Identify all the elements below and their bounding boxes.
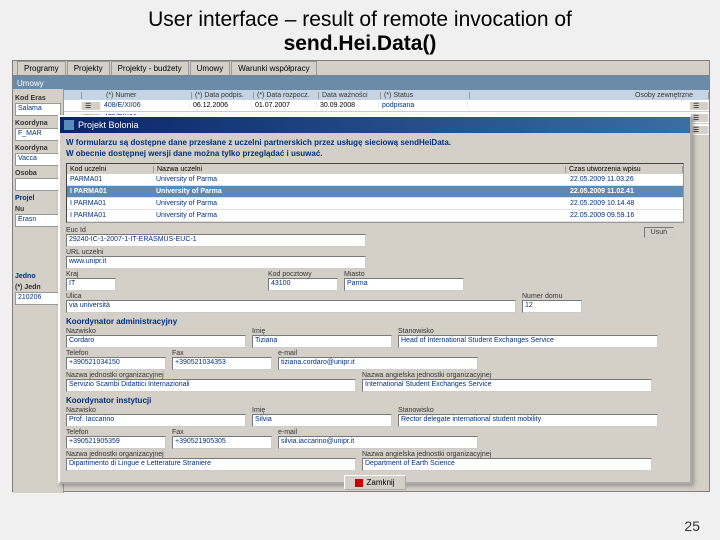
dialog-projekt-bolonia: Projekt Bolonia W formularzu są dostępne… bbox=[58, 115, 692, 484]
list-item[interactable]: I PARMA01University of Parma22.05.2009 0… bbox=[67, 210, 683, 222]
ulica-field[interactable]: via università bbox=[66, 300, 516, 313]
numerd-field[interactable]: 12 bbox=[522, 300, 582, 313]
miasto-field[interactable]: Parma bbox=[344, 278, 464, 291]
info-text-1: W formularzu są dostępne dane przesłane … bbox=[66, 137, 684, 148]
left-vacca[interactable]: Vacca bbox=[15, 153, 61, 166]
inst-tel[interactable]: +390521905359 bbox=[66, 436, 166, 449]
admin-jedn-ang[interactable]: International Student Exchanges Service bbox=[362, 379, 652, 392]
admin-tel[interactable]: +390521034150 bbox=[66, 357, 166, 370]
kodp-field[interactable]: 43100 bbox=[268, 278, 338, 291]
table-row[interactable]: Bilateralna☰408/E/XII0606.12.200601.07.2… bbox=[13, 100, 709, 112]
left-fmar[interactable]: F_MAR bbox=[15, 128, 61, 141]
inst-nazwisko[interactable]: Prof. Iaccarino bbox=[66, 414, 246, 427]
tab-umowy[interactable]: Umowy bbox=[190, 61, 231, 75]
left-210206[interactable]: 210206 bbox=[15, 292, 61, 305]
delete-button[interactable]: Usuń bbox=[644, 227, 674, 238]
koord-admin-label: Koordynator administracyjny bbox=[66, 317, 684, 326]
dialog-icon bbox=[64, 120, 74, 130]
inst-jedn[interactable]: Dipartimento di Lingue e Letterature Str… bbox=[66, 458, 356, 471]
data-list: Kod uczelni Nazwa uczelni Czas utworzeni… bbox=[66, 163, 684, 223]
inst-imie[interactable]: Silvia bbox=[252, 414, 392, 427]
kraj-field[interactable]: IT bbox=[66, 278, 116, 291]
info-text-2: W obecnie dostępnej wersji dane można ty… bbox=[66, 148, 684, 159]
list-item[interactable]: I PARMA01University of Parma22.05.2009 1… bbox=[67, 198, 683, 210]
inst-email[interactable]: silvia.iaccarino@unipr.it bbox=[278, 436, 478, 449]
left-salama[interactable]: Salama bbox=[15, 103, 61, 116]
close-icon bbox=[355, 479, 363, 487]
url-field[interactable]: www.unipr.it bbox=[66, 256, 366, 269]
admin-jedn[interactable]: Servizio Scambi Didattici Internazionali bbox=[66, 379, 356, 392]
admin-nazwisko[interactable]: Cordaro bbox=[66, 335, 246, 348]
tab-budzety[interactable]: Projekty - budżety bbox=[111, 61, 189, 75]
euc-field[interactable]: 29240-IC-1-2007-1-IT-ERASMUS-EUC-1 bbox=[66, 234, 366, 247]
admin-imie[interactable]: Tiziana bbox=[252, 335, 392, 348]
tab-programy[interactable]: Programy bbox=[17, 61, 66, 75]
koord-inst-label: Koordynator instytucji bbox=[66, 396, 684, 405]
inst-stanowisko[interactable]: Rector delegate international student mo… bbox=[398, 414, 658, 427]
left-panel: Kod Eras Salama Koordyna F_MAR Koordyna … bbox=[13, 89, 64, 493]
admin-stanowisko[interactable]: Head of International Student Exchanges … bbox=[398, 335, 658, 348]
umowy-header: Umowy bbox=[13, 76, 709, 90]
inst-jedn-ang[interactable]: Department of Earth Science bbox=[362, 458, 652, 471]
tab-warunki[interactable]: Warunki współpracy bbox=[231, 61, 316, 75]
main-tabs: Programy Projekty Projekty - budżety Umo… bbox=[13, 61, 709, 76]
inst-fax[interactable]: +390521905305 bbox=[172, 436, 272, 449]
admin-email[interactable]: tiziana.cordaro@unipr.it bbox=[278, 357, 478, 370]
slide-title: User interface – result of remote invoca… bbox=[0, 0, 720, 58]
close-button[interactable]: Zamknij bbox=[344, 475, 405, 490]
left-erasn[interactable]: Erasn bbox=[15, 214, 61, 227]
list-item[interactable]: PARMA01University of Parma22.05.2009 11.… bbox=[67, 174, 683, 186]
umowy-columns: (*) Rodzaj (*) Numer (*) Data podpis. (*… bbox=[13, 90, 709, 100]
tab-projekty[interactable]: Projekty bbox=[67, 61, 110, 75]
admin-fax[interactable]: +390521034353 bbox=[172, 357, 272, 370]
slide-number: 25 bbox=[684, 518, 700, 534]
dialog-titlebar: Projekt Bolonia bbox=[60, 117, 690, 133]
list-item[interactable]: I PARMA01University of Parma22.05.2009 1… bbox=[67, 186, 683, 198]
